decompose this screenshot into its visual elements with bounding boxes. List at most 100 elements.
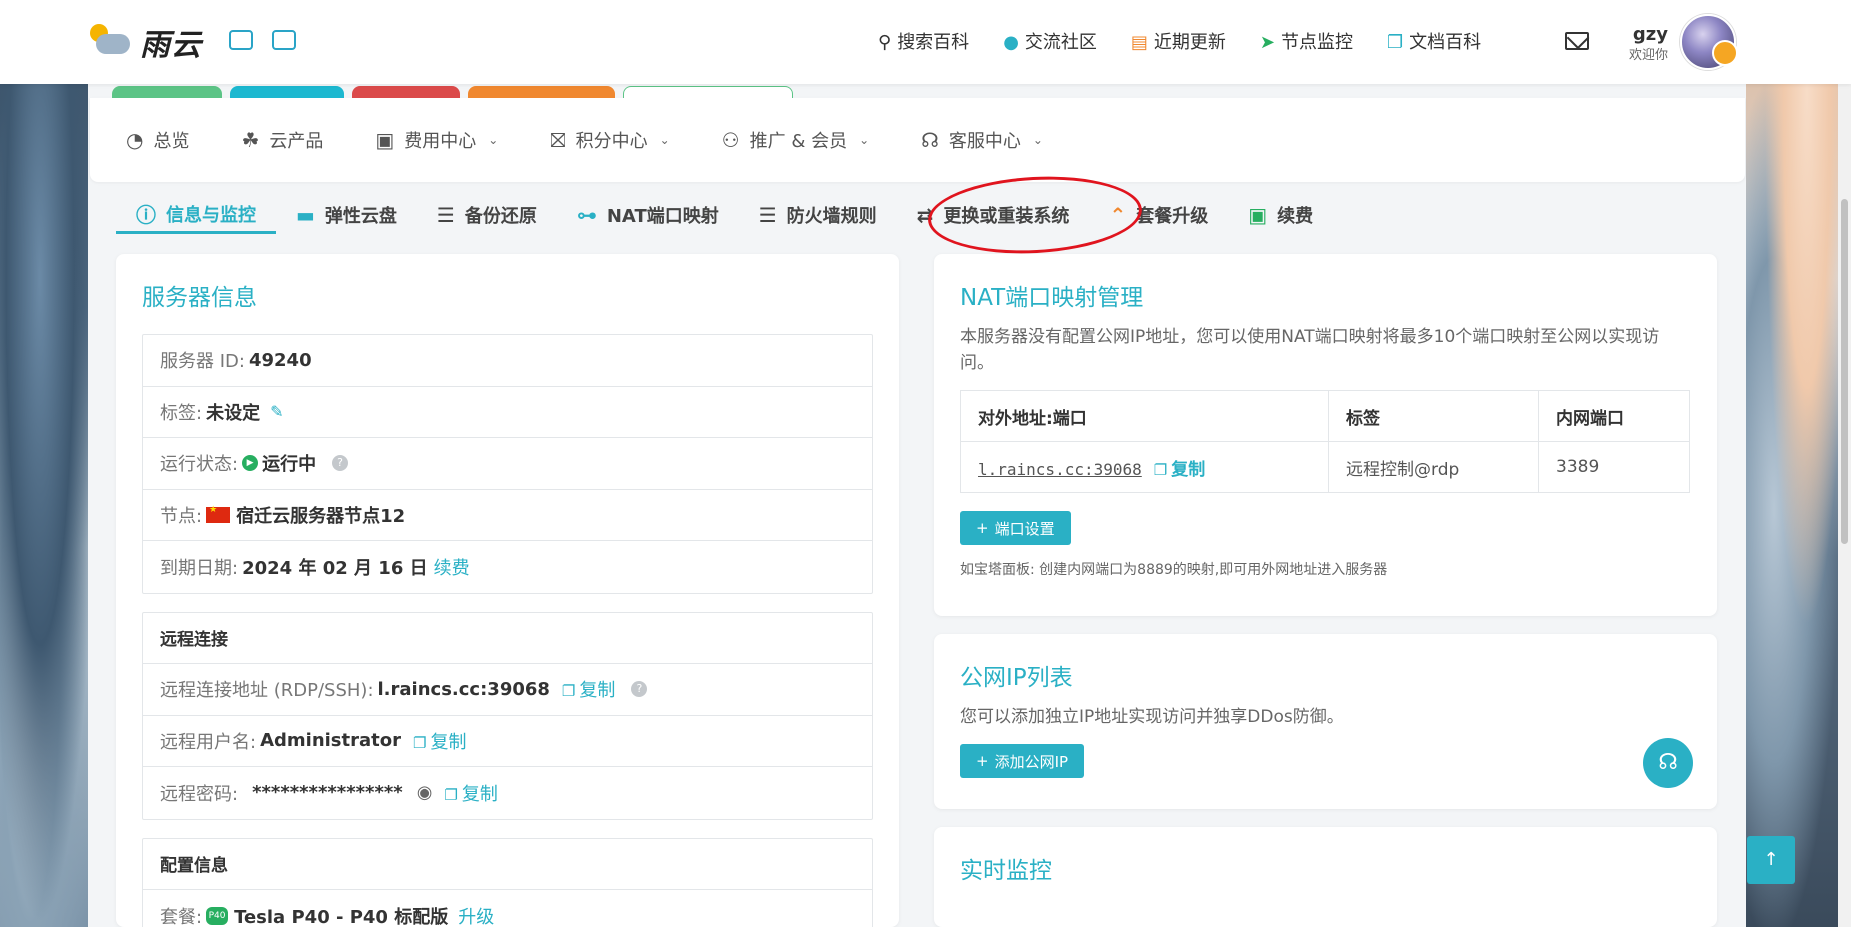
search-icon: ⚲ (878, 32, 892, 53)
server-tabs: ⓘ 信息与监控 ▬ 弹性云盘 ☰ 备份还原 ⊶ NAT端口映射 ☰ 防火墙规则 ⇄ 更换或重… (116, 196, 1333, 236)
china-flag-icon (206, 505, 231, 523)
scroll-thumb[interactable] (1841, 199, 1848, 544)
color-strips (112, 86, 793, 98)
basic-info-table: 服务器 ID:49240 标签:未设定✎ 运行状态:▶运行中? 节点:宿迁云服务… (142, 334, 873, 594)
header-nav: ⚲ 搜索百科 ● 交流社区 ▤ 近期更新 ➤ 节点监控 ❐ 文档百科 (878, 28, 1481, 54)
monitor-card: 实时监控 (934, 827, 1717, 927)
arrow-up-icon: ↑ (1763, 849, 1779, 870)
list-icon: ☰ (758, 203, 777, 227)
nat-table: 对外地址:端口 标签 内网端口 l.raincs.cc:39068 ❐ 复制 远程控… (960, 390, 1690, 493)
logo-text: 雨云 (140, 28, 202, 63)
copy-nat-button[interactable]: ❐ 复制 (1154, 460, 1205, 480)
main-menu: ◔ 总览 ☘ 云产品 ▣ 费用中心 ⌄ ⛝ 积分中心 ⌄ ⚇ 推广 & 会员 ⌄ ☊ 客服中心 ⌄ (90, 98, 1745, 182)
background-art-left (0, 0, 100, 927)
news-icon: ▤ (1130, 32, 1148, 53)
cubes-icon: ☘ (241, 128, 260, 152)
nat-hint: 如宝塔面板: 创建内网端口为8889的映射,即可用外网地址进入服务器 (960, 562, 1388, 578)
edit-icon[interactable]: ✎ (270, 402, 283, 421)
table-row: l.raincs.cc:39068 ❐ 复制 远程控制@rdp 3389 (960, 441, 1690, 493)
dashboard-icon: ◔ (126, 128, 144, 152)
location-arrow-icon: ➤ (1259, 32, 1276, 53)
public-ip-card: 公网IP列表 您可以添加独立IP地址实现访问并独享DDos防御。 + 添加公网IP (934, 634, 1717, 809)
chevron-down-icon: ⌄ (1032, 133, 1043, 147)
back-to-top-button[interactable]: ↑ (1747, 836, 1795, 884)
background-art-right (1741, 0, 1851, 927)
remote-info-table: 远程连接 远程连接地址 (RDP/SSH): l.raincs.cc:39068 ❐… (142, 611, 873, 820)
nav-node-monitor[interactable]: ➤ 节点监控 (1260, 28, 1353, 54)
strip-red (352, 86, 460, 98)
gift-icon: ⛝ (550, 128, 566, 152)
disk-icon: ▬ (296, 203, 315, 227)
nav-updates[interactable]: ▤ 近期更新 (1131, 28, 1226, 54)
help-icon[interactable]: ? (631, 681, 648, 698)
port-settings-button[interactable]: + 端口设置 (960, 511, 1071, 545)
plus-icon: + (976, 519, 989, 537)
nat-address[interactable]: l.raincs.cc:39068 (978, 460, 1142, 479)
money-icon: ▣ (375, 128, 395, 152)
strip-green (112, 86, 222, 98)
tab-info-monitor[interactable]: ⓘ 信息与监控 (116, 196, 276, 234)
chevron-down-icon: ⌄ (659, 133, 670, 147)
expire-row: 到期日期: 2024 年 02 月 16 日续费 (143, 541, 872, 593)
menu-points[interactable]: ⛝ 积分中心 ⌄ (550, 127, 669, 153)
scrollbar[interactable] (1838, 84, 1851, 927)
copy-addr-button[interactable]: ❐ 复制 (562, 676, 615, 702)
p40-badge: P40 (206, 906, 229, 925)
menu-cloud-products[interactable]: ☘ 云产品 (241, 127, 323, 153)
tab-cloud-disk[interactable]: ▬ 弹性云盘 (276, 196, 417, 234)
nat-table-header: 对外地址:端口 标签 内网端口 (960, 390, 1690, 442)
menu-overview[interactable]: ◔ 总览 (126, 127, 189, 153)
renew-link[interactable]: 续费 (434, 554, 470, 580)
public-ip-title: 公网IP列表 (960, 665, 1073, 691)
status-row: 运行状态: ▶ 运行中? (143, 438, 872, 490)
remote-addr-row: 远程连接地址 (RDP/SSH): l.raincs.cc:39068 ❐ 复制? (143, 664, 872, 716)
node-row: 节点:宿迁云服务器节点12 (143, 490, 872, 541)
play-icon: ▶ (242, 455, 259, 472)
book-icon: ❐ (1387, 32, 1404, 53)
add-public-ip-button[interactable]: + 添加公网IP (960, 744, 1085, 778)
nat-card: NAT端口映射管理 本服务器没有配置公网IP地址，您可以使用NAT端口映射将最多… (934, 254, 1717, 616)
remote-pass-row: 远程密码: **************** ◉ ❐ 复制 (143, 767, 872, 819)
headset-icon[interactable]: ☊ (1643, 738, 1693, 788)
menu-billing[interactable]: ▣ 费用中心 ⌄ (375, 127, 498, 153)
strip-orange (468, 86, 615, 98)
upgrade-link[interactable]: 升级 (458, 903, 494, 927)
logo-cloud-icon (88, 22, 134, 62)
network-icon: ⊶ (576, 203, 597, 227)
copy-user-button[interactable]: ❐ 复制 (413, 728, 466, 754)
server-id-row: 服务器 ID: 49240 (143, 335, 872, 387)
copy-icon: ❐ (444, 785, 458, 804)
copy-pass-button[interactable]: ❐ 复制 (444, 780, 497, 806)
copy-icon: ❐ (413, 733, 427, 752)
plus-icon: + (976, 752, 989, 770)
tab-nat[interactable]: ⊶ NAT端口映射 (557, 196, 739, 234)
tab-renew[interactable]: ▣ 续费 (1228, 196, 1333, 234)
mail-icon[interactable] (1565, 32, 1589, 50)
menu-support[interactable]: ☊ 客服中心 ⌄ (921, 127, 1043, 153)
avatar[interactable] (1680, 14, 1738, 70)
logo[interactable]: 雨云 (88, 20, 202, 64)
tab-backup[interactable]: ☰ 备份还原 (417, 196, 557, 234)
config-header-row: 配置信息 (143, 839, 872, 890)
public-ip-description: 您可以添加独立IP地址实现访问并独享DDos防御。 (960, 707, 1344, 727)
tab-firewall[interactable]: ☰ 防火墙规则 (739, 196, 897, 234)
strip-outline (623, 86, 793, 98)
user-info[interactable]: gzy 欢迎你 (1622, 26, 1668, 64)
help-icon[interactable]: ? (332, 455, 349, 472)
menu-promotion[interactable]: ⚇ 推广 & 会员 ⌄ (722, 127, 869, 153)
translate-icon[interactable] (272, 30, 296, 50)
server-icon: ☰ (436, 203, 455, 227)
nav-search[interactable]: ⚲ 搜索百科 (878, 28, 969, 54)
chevron-down-icon: ⌄ (859, 133, 870, 147)
remote-header-row: 远程连接 (143, 613, 872, 664)
image-icon[interactable] (229, 30, 253, 50)
server-info-card: 服务器信息 服务器 ID: 49240 标签: 未设定 ✎ 运行状态: ▶ 运行中? 节点… (116, 254, 899, 927)
eye-icon[interactable]: ◉ (417, 782, 433, 803)
nav-community[interactable]: ● 交流社区 (1003, 28, 1097, 54)
nat-description: 本服务器没有配置公网IP地址，您可以使用NAT端口映射将最多10个端口映射至公网… (960, 327, 1660, 373)
plan-row: 套餐: P40 Tesla P40 - P40 标配版 升级 (143, 890, 872, 927)
tag-row: 标签: 未设定 ✎ (143, 387, 872, 438)
copy-icon: ❐ (561, 682, 576, 701)
nav-docs[interactable]: ❐ 文档百科 (1387, 28, 1481, 54)
users-icon: ⚇ (721, 128, 740, 152)
